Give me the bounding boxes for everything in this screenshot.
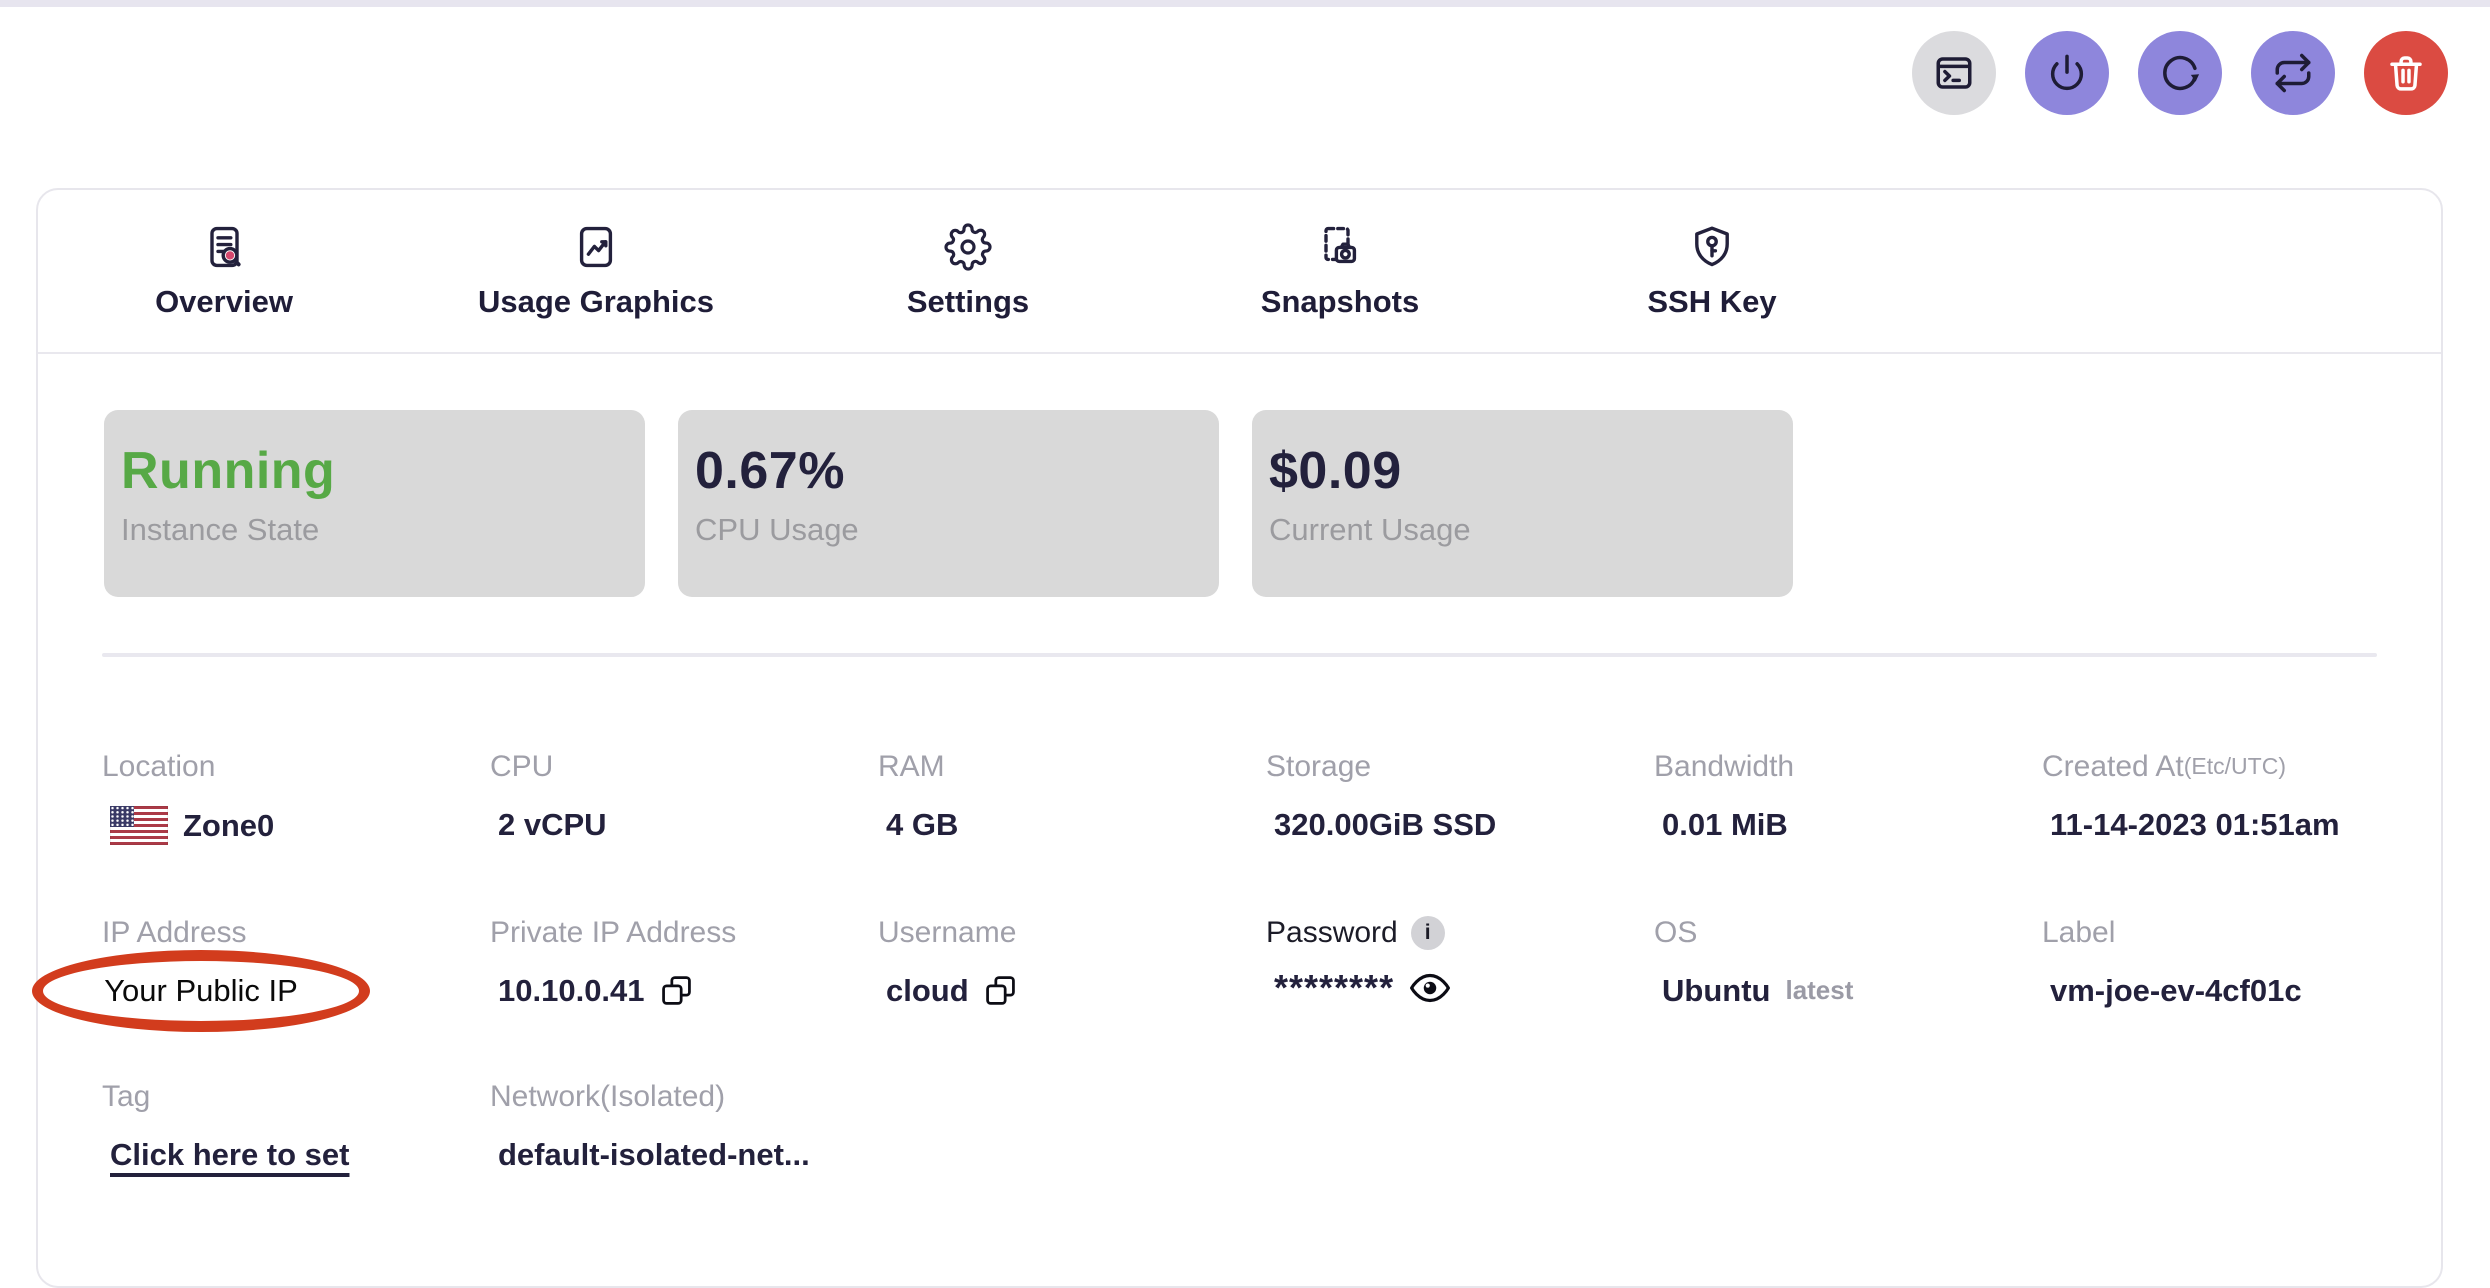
tag-label: Tag [102,1079,490,1115]
os-version-badge: latest [1785,975,1853,1006]
details-row-2: IP Address Private IP Address 10.10.0.41 [102,915,2441,1009]
tab-overview-label: Overview [155,284,293,320]
detail-storage: Storage 320.00GiB SSD [1266,749,1654,845]
details-row-3: Tag Click here to set Network(Isolated) … [102,1079,2441,1173]
tab-settings[interactable]: Settings [782,223,1154,320]
detail-os: OS Ubuntu latest [1654,915,2042,1009]
instance-actions-toolbar [1912,31,2448,115]
stats-row: Running Instance State 0.67% CPU Usage $… [104,410,2441,597]
instance-details-grid: Location Zone0 CPU 2 vCPU RAM 4 GB Stora… [102,749,2441,1173]
location-value: Zone0 [183,807,274,844]
network-value: default-isolated-net... [498,1136,810,1173]
os-value: Ubuntu [1662,972,1770,1009]
current-usage-label: Current Usage [1269,512,1793,548]
show-password-button[interactable] [1409,972,1451,1004]
restart-button[interactable] [2138,31,2222,115]
password-info-icon[interactable]: i [1411,916,1445,950]
instance-tabs: Overview Usage Graphics Settings [38,190,2441,354]
details-row-1: Location Zone0 CPU 2 vCPU RAM 4 GB Stora… [102,749,2441,845]
copy-icon [660,974,693,1007]
stat-instance-state: Running Instance State [104,410,645,597]
restart-icon [2159,52,2201,94]
power-icon [2046,52,2088,94]
created-at-timezone: (Etc/UTC) [2184,753,2286,781]
created-at-label: Created At [2042,749,2184,785]
tab-settings-label: Settings [907,284,1029,320]
instance-overview-card: Overview Usage Graphics Settings [36,188,2443,1288]
tab-ssh-key[interactable]: SSH Key [1526,223,1898,320]
tab-snapshots-label: Snapshots [1261,284,1419,320]
tab-snapshots[interactable]: Snapshots [1154,223,1526,320]
trash-icon [2385,52,2427,94]
power-button[interactable] [2025,31,2109,115]
ip-address-label: IP Address [102,915,490,951]
terminal-icon [1933,52,1975,94]
label-label: Label [2042,915,2430,951]
overview-document-icon [200,223,248,271]
redaction-text: Your Public IP [104,973,298,1009]
password-label: Password [1266,915,1398,951]
repeat-icon [2272,52,2314,94]
detail-ram: RAM 4 GB [878,749,1266,845]
private-ip-value: 10.10.0.41 [498,972,645,1009]
stat-current-usage: $0.09 Current Usage [1252,410,1793,597]
detail-tag: Tag Click here to set [102,1079,490,1173]
detail-label: Label vm-joe-ev-4cf01c [2042,915,2430,1009]
cpu-label: CPU [490,749,878,785]
shield-key-icon [1688,223,1736,271]
top-bar-strip [0,0,2490,7]
console-button[interactable] [1912,31,1996,115]
network-label: Network(Isolated) [490,1079,878,1115]
current-usage-value: $0.09 [1269,442,1793,502]
detail-bandwidth: Bandwidth 0.01 MiB [1654,749,2042,845]
cpu-usage-value: 0.67% [695,442,1219,502]
gear-icon [944,223,992,271]
detail-private-ip: Private IP Address 10.10.0.41 [490,915,878,1009]
us-flag-icon [110,806,168,845]
detail-location: Location Zone0 [102,749,490,845]
ram-value: 4 GB [886,806,958,843]
detail-network: Network(Isolated) default-isolated-net..… [490,1079,878,1173]
tab-ssh-key-label: SSH Key [1647,284,1776,320]
copy-private-ip-button[interactable] [660,974,693,1007]
tab-usage-graphics[interactable]: Usage Graphics [410,223,782,320]
storage-value: 320.00GiB SSD [1274,806,1496,843]
cpu-usage-label: CPU Usage [695,512,1219,548]
copy-username-button[interactable] [984,974,1017,1007]
username-value: cloud [886,972,969,1009]
snapshot-camera-icon [1316,223,1364,271]
delete-button[interactable] [2364,31,2448,115]
tab-usage-graphics-label: Usage Graphics [478,284,714,320]
instance-state-value: Running [121,442,645,502]
os-label: OS [1654,915,2042,951]
eye-icon [1409,972,1451,1004]
detail-username: Username cloud [878,915,1266,1009]
bandwidth-value: 0.01 MiB [1662,806,1788,843]
detail-cpu: CPU 2 vCPU [490,749,878,845]
location-label: Location [102,749,490,785]
redaction-circle-annotation: Your Public IP [32,950,370,1032]
detail-created-at: Created At(Etc/UTC) 11-14-2023 01:51am [2042,749,2430,845]
tab-overview[interactable]: Overview [38,223,410,320]
storage-label: Storage [1266,749,1654,785]
copy-icon [984,974,1017,1007]
section-divider [102,653,2377,657]
rebuild-button[interactable] [2251,31,2335,115]
username-label: Username [878,915,1266,951]
ram-label: RAM [878,749,1266,785]
set-tag-link[interactable]: Click here to set [110,1136,349,1173]
password-value: ******** [1274,974,1394,1003]
chart-trend-icon [572,223,620,271]
cpu-value: 2 vCPU [498,806,607,843]
created-at-value: 11-14-2023 01:51am [2050,806,2340,843]
private-ip-label: Private IP Address [490,915,878,951]
label-value: vm-joe-ev-4cf01c [2050,972,2302,1009]
instance-state-label: Instance State [121,512,645,548]
bandwidth-label: Bandwidth [1654,749,2042,785]
detail-password: Password i ******** [1266,915,1654,1009]
stat-cpu-usage: 0.67% CPU Usage [678,410,1219,597]
